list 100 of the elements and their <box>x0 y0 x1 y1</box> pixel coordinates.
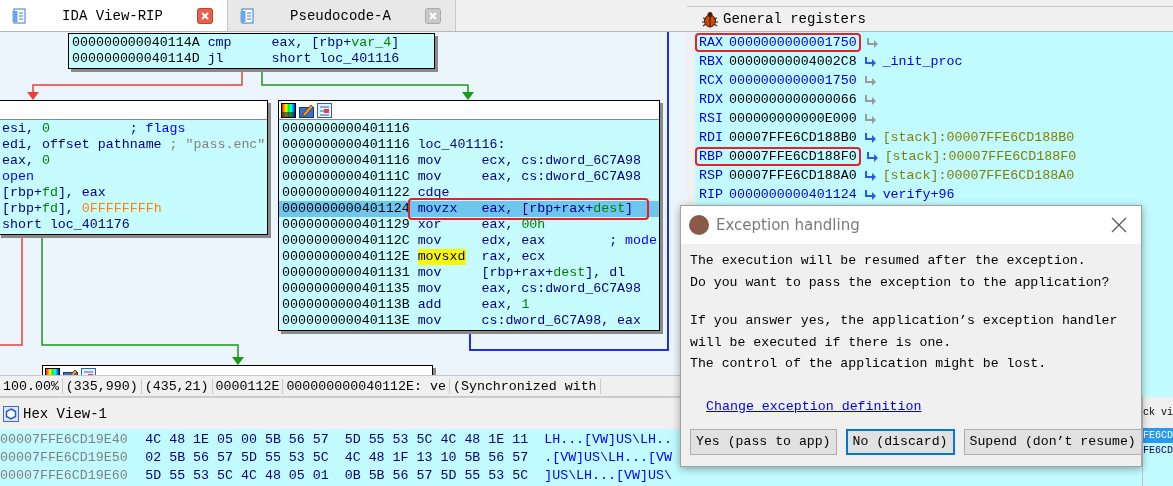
register-name: RSP <box>699 168 723 183</box>
dialog-button[interactable]: Yes (pass to app) <box>690 428 837 455</box>
register-value: 0000000000401124 <box>728 187 857 202</box>
register-target[interactable]: [stack]:00007FFE6CD188B0 <box>882 130 1075 145</box>
code-line[interactable]: 0000000000401135 mov eax, cs:dword_6C7A98 <box>282 281 659 297</box>
code-line[interactable]: short loc_401176 <box>2 217 267 233</box>
register-target[interactable]: verify+96 <box>882 187 955 202</box>
code-line[interactable]: [rbp+fd], eax <box>2 185 267 201</box>
document-icon <box>12 7 28 24</box>
operand-text: eax, cs:dword_6C7A98 <box>481 169 643 185</box>
operand-text: eax, [rbp+rax+dest] <box>481 201 635 217</box>
hex-text: LH...[VW]US\LH.. <box>544 431 672 449</box>
status-text: (335,990) <box>62 378 142 394</box>
stack-row[interactable]: FE6CD <box>1143 443 1173 458</box>
mnemonic-text: xor <box>417 217 443 233</box>
mnemonic-text: cdqe <box>417 185 451 201</box>
address-text: 000000000040112C <box>282 233 410 249</box>
mnemonic-text: mov <box>417 233 443 249</box>
register-value: 00007FFE6CD188F0 <box>728 149 857 164</box>
code-line[interactable]: eax, 0 <box>2 153 267 169</box>
code-line[interactable]: 000000000040113B add eax, 1 <box>282 297 659 313</box>
code-line[interactable]: 0000000000401129 xor eax, 00h <box>282 217 659 233</box>
operand-text: eax, 00h <box>481 217 547 233</box>
mnemonic-text: add <box>417 297 443 313</box>
hex-bytes: 5D 55 53 5C 4C 48 1E 11 <box>344 431 529 449</box>
code-line[interactable]: [rbp+fd], 0FFFFFFFFh <box>2 201 267 217</box>
register-value: 00000000004002C8 <box>728 54 857 69</box>
operand-text: eax, 1 <box>481 297 531 313</box>
mnemonic-text: mov <box>417 153 443 169</box>
chart-icon[interactable] <box>317 103 332 118</box>
register-name: RBP <box>699 149 723 164</box>
operand-text: open <box>2 169 35 185</box>
operand-text: edi, offset pathname <box>2 137 163 153</box>
code-line[interactable]: 0000000000401116 mov ecx, cs:dword_6C7A98 <box>282 153 659 169</box>
message-text: The execution will be resumed after the exception. <box>690 252 1087 270</box>
register-name: RSI <box>699 111 723 126</box>
code-line[interactable]: 000000000040113E mov cs:dword_6C7A98, eax <box>282 313 659 329</box>
panel-title: General registers <box>723 11 866 27</box>
dialog-button[interactable]: No (discard) <box>845 428 955 455</box>
register-value: 0000000000001750 <box>728 35 857 50</box>
dialog-title: Exception handling <box>716 216 861 234</box>
code-line[interactable]: 0000000000401116 <box>282 121 659 137</box>
message-text: If you answer yes, the application’s exception handler <box>690 312 1119 330</box>
hex-address: 00007FFE6CD19E50 <box>0 449 128 467</box>
status-text: 100.00% <box>0 378 63 394</box>
code-line[interactable]: 0000000000401131 mov [rbp+rax+dest], dl <box>282 265 659 281</box>
link[interactable]: Change exception definition <box>706 398 922 414</box>
code-line[interactable]: esi, 0 ; flags <box>2 121 267 137</box>
address-text: 000000000040114D <box>72 51 200 67</box>
window-icon <box>3 405 19 422</box>
operand-text: rax, ecx <box>481 249 547 265</box>
tab[interactable]: IDA View-RIP <box>0 0 228 31</box>
hex-text: .[VW]US\LH...[VW <box>544 449 672 467</box>
mnemonic-text: mov <box>417 265 443 281</box>
close-icon[interactable] <box>1111 217 1127 233</box>
panel-title: Hex View-1 <box>23 405 107 422</box>
operand-text: short loc_401176 <box>2 217 131 233</box>
operand-text: [rbp+fd], 0FFFFFFFFh <box>2 201 163 217</box>
hex-bytes: 4C 48 1E 05 00 5B 56 57 <box>145 431 329 449</box>
message-text: will be executed if there is one. <box>690 333 953 352</box>
address-text: 000000000040112E <box>282 249 410 265</box>
register-value: 00007FFE6CD188B0 <box>728 130 857 145</box>
close-icon[interactable] <box>197 7 213 24</box>
register-target[interactable]: _init_proc <box>882 54 963 69</box>
operand-text: [rbp+rax+dest], dl <box>481 265 627 281</box>
register-target[interactable]: [stack]:00007FFE6CD188A0 <box>882 168 1075 183</box>
dialog-button[interactable]: Supend (don’t resume) <box>963 428 1142 455</box>
status-text: (Synchronized with <box>449 378 601 394</box>
register-value: 0000000000001750 <box>728 73 857 88</box>
hex-text: ]US\LH...[VW]US\ <box>544 467 672 485</box>
mnemonic-text: movsxd <box>417 249 466 265</box>
register-target[interactable]: [stack]:00007FFE6CD188F0 <box>884 149 1077 164</box>
code-line[interactable]: 0000000000401122 cdqe <box>282 185 659 201</box>
panel-title: ck vi <box>1143 406 1173 420</box>
hex-bytes: 0B 5B 56 57 5D 55 53 5C <box>344 467 529 485</box>
operand-text: [rbp+fd], eax <box>2 185 107 201</box>
code-line[interactable]: 0000000000401116 loc_401116: <box>282 137 659 153</box>
operand-text: eax, 0 <box>2 153 51 169</box>
code-line[interactable]: open <box>2 169 267 185</box>
palette-icon[interactable] <box>281 103 296 118</box>
mnemonic-text: cmp <box>207 35 233 51</box>
register-name: RDI <box>699 130 723 145</box>
operand-text: eax, [rbp+var_4] <box>271 35 401 51</box>
code-line[interactable]: 000000000040114A cmp eax, [rbp+var_4] <box>72 35 434 51</box>
message-text: The control of the application might be lost. <box>690 355 1048 373</box>
pencil-icon[interactable] <box>299 103 314 118</box>
code-line[interactable]: 000000000040112C mov edx, eax ; mode <box>282 233 659 249</box>
hex-address: 00007FFE6CD19E60 <box>0 467 128 485</box>
address-text: 0000000000401122 <box>282 185 410 201</box>
tab[interactable]: Pseudocode-A <box>228 0 456 31</box>
address-text: 0000000000401124 <box>282 201 410 217</box>
code-line[interactable]: 000000000040111C mov eax, cs:dword_6C7A98 <box>282 169 659 185</box>
mnemonic-text: mov <box>417 169 443 185</box>
code-line[interactable]: 000000000040114D jl short loc_401116 <box>72 51 434 67</box>
hex-bytes: 5D 55 53 5C 4C 48 05 01 <box>145 467 329 485</box>
code-line[interactable]: 000000000040112E movsxd rax, ecx <box>282 249 659 265</box>
operand-text: eax, cs:dword_6C7A98 <box>481 281 643 297</box>
address-text: 0000000000401135 <box>282 281 410 297</box>
address-text: 0000000000401116 <box>282 137 410 153</box>
code-line[interactable]: edi, offset pathname ; "pass.enc" <box>2 137 267 153</box>
